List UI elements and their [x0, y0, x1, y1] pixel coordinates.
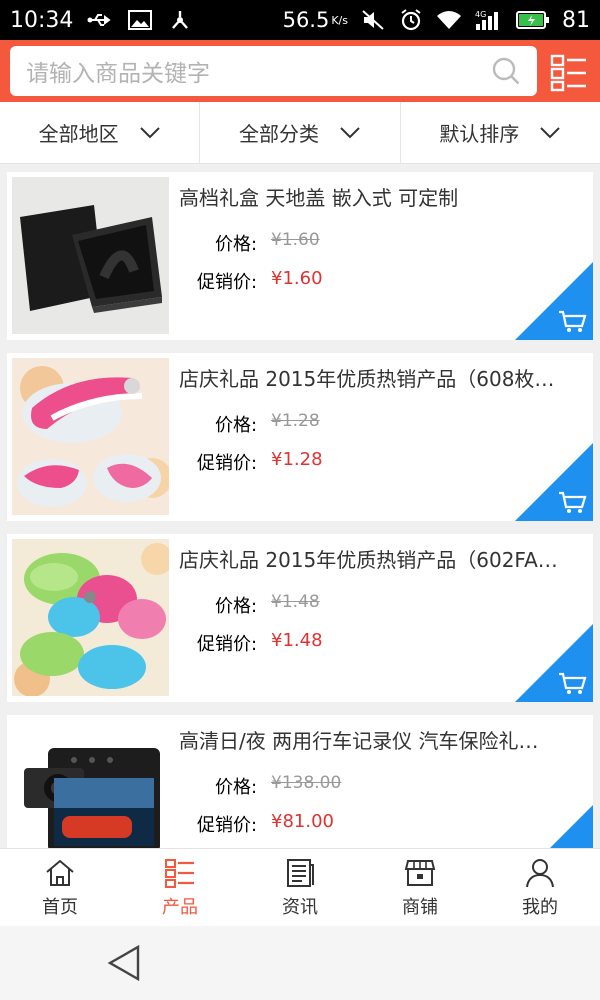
list-icon — [165, 858, 194, 888]
product-image[interactable] — [12, 720, 169, 848]
product-title[interactable]: 店庆礼品 2015年优质热销产品（602FA… — [179, 544, 579, 573]
home-icon — [46, 859, 74, 886]
original-price: ¥138.00 — [271, 773, 342, 793]
list-icon — [550, 54, 586, 92]
share-icon — [167, 9, 193, 31]
price-label: 价格: — [215, 234, 258, 255]
original-price: ¥1.60 — [271, 230, 320, 250]
nav-home[interactable]: 首页 — [0, 849, 120, 926]
nav-label: 资讯 — [282, 896, 318, 918]
network-type: 4G — [475, 10, 486, 19]
search-box[interactable]: 请输入商品关键字 — [10, 46, 537, 96]
chevron-down-icon — [139, 126, 160, 138]
header-bar: 请输入商品关键字 — [0, 40, 600, 102]
filter-region[interactable]: 全部地区 — [0, 102, 201, 163]
wifi-icon — [436, 9, 462, 31]
nav-label: 首页 — [42, 896, 78, 918]
product-image[interactable] — [12, 358, 169, 515]
nav-label: 产品 — [162, 896, 198, 918]
image-icon — [127, 9, 153, 31]
nav-store[interactable]: 商铺 — [360, 849, 480, 926]
promo-price-label: 促销价: — [197, 272, 258, 293]
product-card[interactable]: 店庆礼品 2015年优质热销产品（602FA… 价格: ¥1.48 促销价: ¥… — [7, 534, 593, 702]
usb-icon — [87, 9, 113, 31]
network-speed-unit: K/s — [331, 13, 348, 27]
price-label: 价格: — [215, 596, 258, 617]
price-label: 价格: — [215, 777, 258, 798]
add-to-cart-button[interactable] — [515, 262, 593, 340]
back-triangle-icon — [107, 944, 140, 982]
nav-products[interactable]: 产品 — [120, 849, 240, 926]
nav-label: 商铺 — [402, 896, 438, 918]
product-title[interactable]: 高清日/夜 两用行车记录仪 汽车保险礼… — [179, 725, 579, 754]
promo-price-label: 促销价: — [197, 453, 258, 474]
filter-label: 默认排序 — [439, 122, 520, 146]
status-bar: 10:34 56.5 K/s 4G 81 — [0, 0, 600, 40]
chevron-down-icon — [340, 126, 360, 138]
product-card[interactable]: 高清日/夜 两用行车记录仪 汽车保险礼… 价格: ¥138.00 促销价: ¥8… — [7, 715, 593, 848]
battery-level: 81 — [562, 7, 590, 33]
signal-icon: 4G — [474, 9, 504, 31]
news-icon — [287, 858, 314, 887]
category-menu-button[interactable] — [549, 52, 589, 92]
promo-price: ¥81.00 — [271, 811, 334, 832]
product-list[interactable]: 高档礼盒 天地盖 嵌入式 可定制 价格: ¥1.60 促销价: ¥1.60 店庆… — [0, 164, 600, 848]
product-card[interactable]: 高档礼盒 天地盖 嵌入式 可定制 价格: ¥1.60 促销价: ¥1.60 — [7, 172, 593, 340]
filter-category[interactable]: 全部分类 — [200, 102, 401, 163]
price-label: 价格: — [215, 415, 258, 436]
add-to-cart-button[interactable] — [515, 624, 593, 702]
status-time: 10:34 — [10, 7, 74, 33]
nav-label: 我的 — [522, 896, 558, 918]
promo-price: ¥1.48 — [271, 630, 323, 651]
search-input[interactable]: 请输入商品关键字 — [26, 54, 491, 88]
filter-sort[interactable]: 默认排序 — [401, 102, 600, 163]
battery-icon — [516, 9, 550, 31]
filter-label: 全部分类 — [238, 122, 319, 146]
add-to-cart-button[interactable] — [515, 805, 593, 848]
product-image[interactable] — [12, 539, 169, 696]
promo-price-label: 促销价: — [197, 815, 258, 836]
promo-price: ¥1.28 — [271, 449, 323, 470]
chevron-down-icon — [540, 126, 561, 138]
store-icon — [404, 859, 436, 886]
bottom-nav: 首页 产品 资讯 商铺 我的 — [0, 848, 600, 926]
product-card[interactable]: 店庆礼品 2015年优质热销产品（608枚… 价格: ¥1.28 促销价: ¥1… — [7, 353, 593, 521]
user-icon — [526, 858, 554, 887]
mute-icon — [360, 9, 386, 31]
original-price: ¥1.28 — [271, 411, 320, 431]
search-icon[interactable] — [491, 56, 521, 86]
nav-news[interactable]: 资讯 — [240, 849, 360, 926]
promo-price: ¥1.60 — [271, 268, 323, 289]
alarm-icon — [398, 9, 424, 31]
product-title[interactable]: 高档礼盒 天地盖 嵌入式 可定制 — [179, 182, 579, 211]
system-nav-bar — [0, 926, 600, 1000]
system-back-button[interactable] — [106, 944, 142, 982]
nav-mine[interactable]: 我的 — [480, 849, 600, 926]
product-title[interactable]: 店庆礼品 2015年优质热销产品（608枚… — [179, 363, 579, 392]
filter-label: 全部地区 — [38, 122, 119, 146]
product-image[interactable] — [12, 177, 169, 334]
filter-bar: 全部地区 全部分类 默认排序 — [0, 102, 600, 164]
promo-price-label: 促销价: — [197, 634, 258, 655]
original-price: ¥1.48 — [271, 592, 320, 612]
network-speed: 56.5 — [282, 8, 330, 32]
add-to-cart-button[interactable] — [515, 443, 593, 521]
